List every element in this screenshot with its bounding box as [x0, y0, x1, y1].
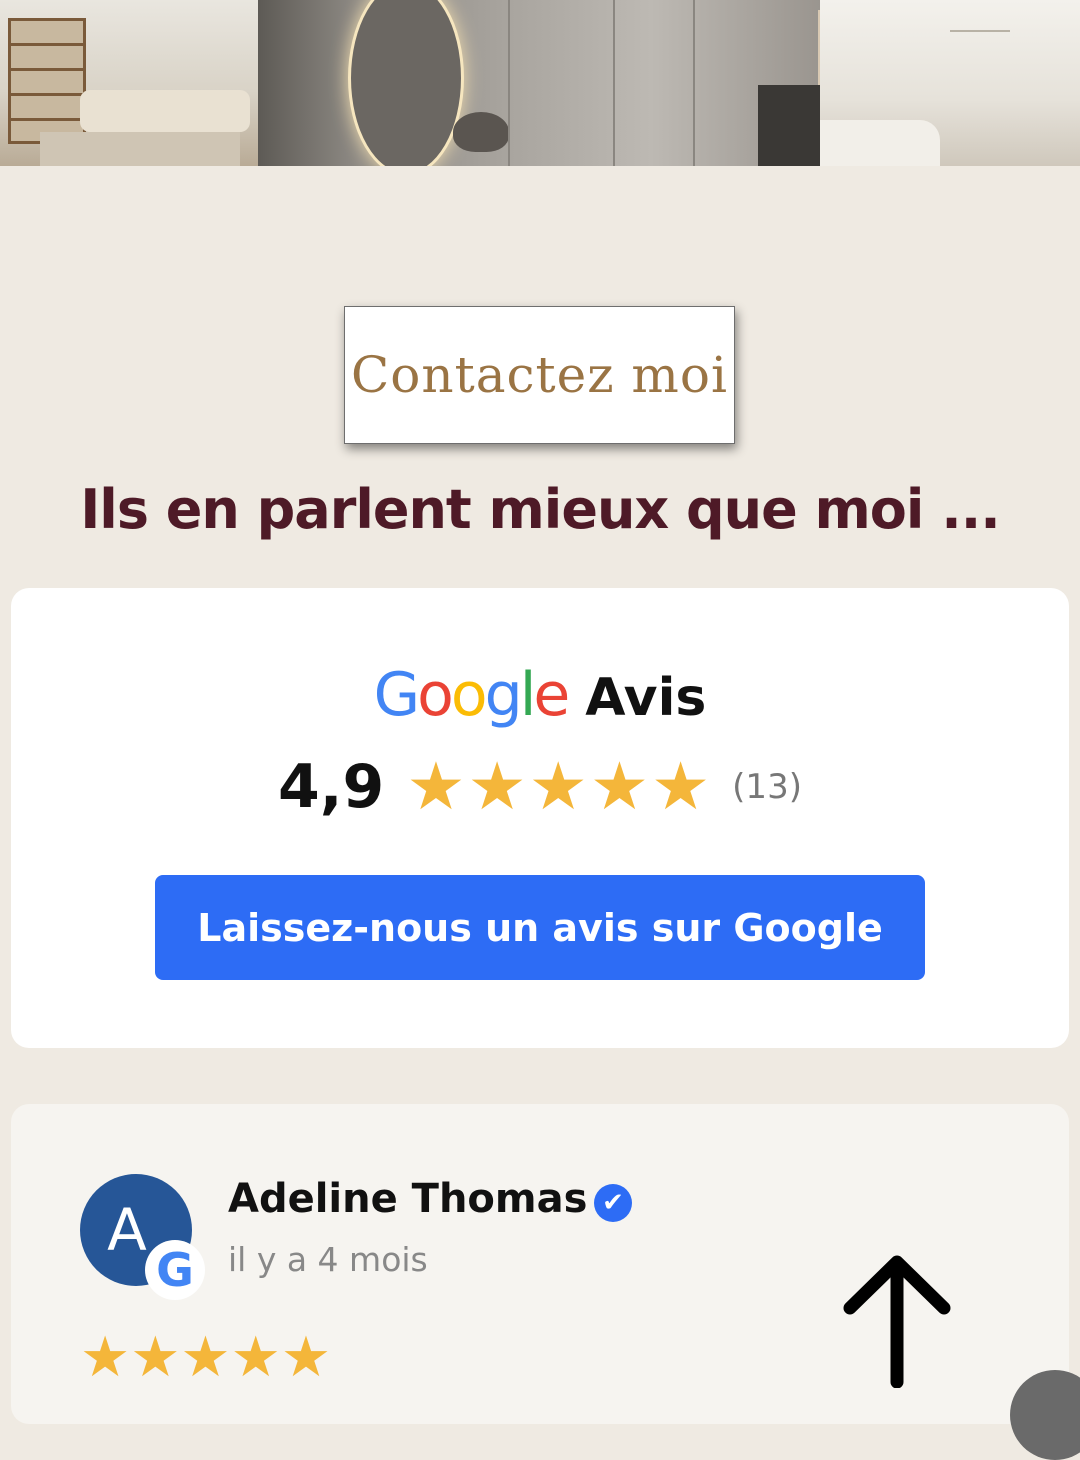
- star-icon: ★: [180, 1325, 231, 1390]
- rating-stars: ★ ★ ★ ★ ★: [406, 754, 710, 820]
- star-icon: ★: [528, 748, 588, 825]
- salon-photo: [0, 0, 258, 166]
- star-icon: ★: [651, 748, 711, 825]
- leave-google-review-button[interactable]: Laissez-nous un avis sur Google: [155, 875, 925, 980]
- star-icon: ★: [467, 748, 527, 825]
- review-count: (13): [732, 767, 802, 807]
- arrow-up-icon: [843, 1255, 951, 1388]
- reviews-title-label: Avis: [585, 668, 707, 728]
- rating-row: 4,9 ★ ★ ★ ★ ★ (13): [0, 752, 1080, 822]
- reviewer-name: Adeline Thomas: [228, 1176, 588, 1222]
- rating-score: 4,9: [278, 752, 385, 822]
- google-reviews-title: Google Avis: [0, 660, 1080, 730]
- entree-cuisine-photo: [258, 0, 820, 166]
- star-icon: ★: [130, 1325, 181, 1390]
- verified-badge-icon: ✔: [594, 1184, 632, 1222]
- salon-haussmannien-photo: [820, 0, 1080, 166]
- star-icon: ★: [280, 1325, 332, 1390]
- section-heading: Ils en parlent mieux que moi ...: [80, 478, 1001, 541]
- review-date: il y a 4 mois: [228, 1240, 428, 1279]
- star-icon: ★: [230, 1325, 281, 1390]
- hero-photo-strip: [0, 0, 1080, 166]
- google-badge-icon: G: [145, 1240, 205, 1300]
- star-icon: ★: [406, 748, 466, 825]
- star-icon: ★: [589, 748, 649, 825]
- contact-button[interactable]: Contactez moi: [344, 306, 735, 444]
- star-icon: ★: [80, 1325, 131, 1390]
- google-logo: Google: [373, 660, 571, 730]
- review-stars: ★ ★ ★ ★ ★: [80, 1330, 331, 1386]
